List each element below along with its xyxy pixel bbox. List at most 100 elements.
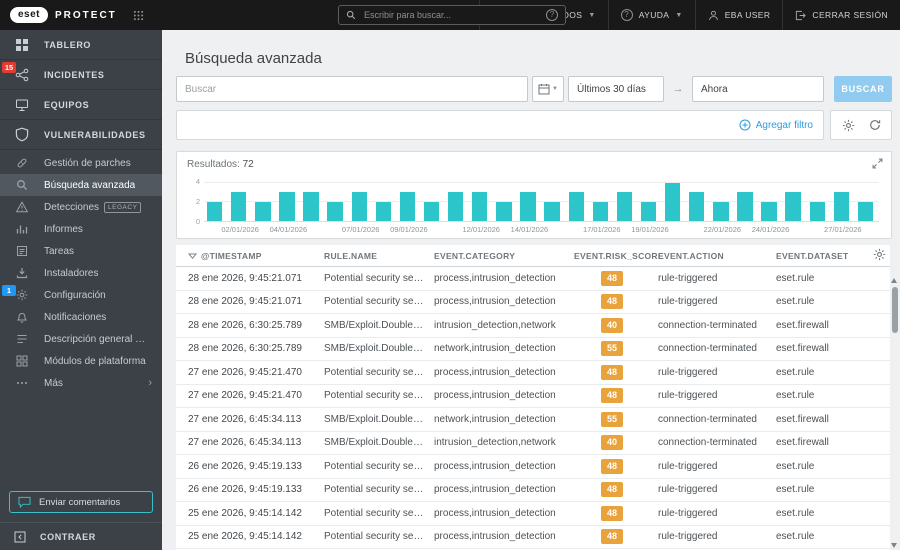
legacy-tag: LEGACY	[104, 201, 142, 213]
sidebar-item-incidentes[interactable]: INCIDENTES 15	[0, 60, 162, 90]
chart-bar[interactable]	[399, 192, 416, 221]
user-menu[interactable]: EBA USER	[694, 0, 783, 30]
main-content: Búsqueda avanzada ▼ Últimos 30 días → Ah…	[162, 30, 900, 550]
column-header-event_action[interactable]: EVENT.ACTION	[658, 251, 776, 261]
collapse-sidebar-button[interactable]: CONTRAER	[0, 522, 162, 550]
send-feedback-button[interactable]: Enviar comentarios	[9, 491, 153, 513]
help-menu[interactable]: ? AYUDA ▼	[607, 0, 695, 30]
column-header-label: EVENT.RISK_SCORE	[574, 250, 664, 261]
table-row[interactable]: 27 ene 2026, 6:45:34.113 SMB/Exploit.Doub…	[176, 408, 890, 432]
sidebar-item-tareas[interactable]: Tareas	[0, 240, 162, 262]
date-picker-button[interactable]: ▼	[532, 76, 564, 102]
logout-button[interactable]: CERRAR SESIÓN	[782, 0, 900, 30]
column-header-label: RULE.NAME	[324, 250, 378, 261]
table-row[interactable]: 25 ene 2026, 9:45:14.142 Potential securi…	[176, 502, 890, 526]
sidebar-item-descripcion-general-de-esta[interactable]: Descripción general de esta...	[0, 328, 162, 350]
column-header-event_category[interactable]: EVENT.CATEGORY	[434, 251, 574, 261]
column-header-timestamp[interactable]: @TIMESTAMP	[188, 251, 324, 261]
chart-bar[interactable]	[423, 201, 440, 221]
chart-bar[interactable]	[640, 201, 657, 221]
chart-bar[interactable]	[496, 201, 512, 221]
chart-bar[interactable]	[375, 201, 392, 221]
sidebar-item-notificaciones[interactable]: Notificaciones	[0, 306, 162, 328]
sidebar-item-label: INCIDENTES	[44, 69, 105, 80]
sidebar-item-configuracion[interactable]: Configuración 1	[0, 284, 162, 306]
count-badge: 15	[2, 62, 16, 73]
chart-bar[interactable]	[351, 192, 367, 221]
cell-event-dataset: eset.rule	[776, 484, 815, 496]
table-row[interactable]: 26 ene 2026, 9:45:19.133 Potential securi…	[176, 478, 890, 502]
chart-bar[interactable]	[664, 182, 681, 221]
chart-bar[interactable]	[833, 192, 850, 221]
chart-bar[interactable]	[279, 192, 295, 221]
chart-bar[interactable]	[206, 201, 223, 221]
sidebar-item-busqueda-avanzada[interactable]: Búsqueda avanzada	[0, 174, 162, 196]
refresh-icon[interactable]	[869, 119, 881, 131]
cell-timestamp: 25 ene 2026, 9:45:14.142	[188, 531, 302, 543]
sidebar-item-mas[interactable]: Más ›	[0, 372, 162, 394]
chart-bar[interactable]	[616, 192, 633, 221]
table-row[interactable]: 27 ene 2026, 9:45:21.470 Potential securi…	[176, 384, 890, 408]
column-header-event_dataset[interactable]: EVENT.DATASET	[776, 251, 864, 261]
chart-bar[interactable]	[568, 192, 584, 221]
chart-bar[interactable]	[785, 192, 801, 221]
chart-bar[interactable]	[857, 201, 874, 221]
table-row[interactable]: 25 ene 2026, 9:45:14.142 Potential securi…	[176, 525, 890, 549]
vertical-scrollbar[interactable]	[890, 278, 899, 548]
date-range-from[interactable]: Últimos 30 días	[568, 76, 664, 102]
results-count: 72	[242, 159, 254, 170]
sidebar-item-tablero[interactable]: TABLERO	[0, 30, 162, 60]
table-row[interactable]: 27 ene 2026, 9:45:21.470 Potential securi…	[176, 361, 890, 385]
table-row[interactable]: 26 ene 2026, 9:45:19.133 Potential securi…	[176, 455, 890, 479]
apps-grid-icon[interactable]	[133, 10, 144, 21]
chart-bar[interactable]	[713, 201, 729, 221]
cell-event-action: connection-terminated	[658, 413, 757, 425]
chart-bar[interactable]	[689, 192, 705, 221]
column-header-rule_name[interactable]: RULE.NAME	[324, 251, 434, 261]
global-search-input[interactable]	[362, 9, 540, 21]
chart-plot-area	[204, 178, 879, 222]
table-row[interactable]: 28 ene 2026, 9:45:21.071 Potential securi…	[176, 267, 890, 291]
cell-event-risk-score: 40	[574, 317, 658, 333]
sidebar-item-gestion-de-parches[interactable]: Gestión de parches	[0, 152, 162, 174]
chart-bar[interactable]	[255, 201, 271, 221]
scroll-down-arrow[interactable]	[891, 543, 897, 548]
chart-bar[interactable]	[327, 201, 343, 221]
chart-bar[interactable]	[472, 192, 488, 221]
chart-bar[interactable]	[520, 192, 536, 221]
chart-bar[interactable]	[231, 192, 247, 221]
eset-logo[interactable]: eset	[10, 7, 49, 23]
chart-bar[interactable]	[592, 201, 609, 221]
sidebar-item-informes[interactable]: Informes	[0, 218, 162, 240]
sidebar-item-vulnerabilidades[interactable]: VULNERABILIDADES	[0, 120, 162, 150]
filter-settings-gear-icon[interactable]	[842, 119, 855, 132]
chart-bar[interactable]	[447, 192, 464, 221]
table-row[interactable]: 28 ene 2026, 6:30:25.789 SMB/Exploit.Doub…	[176, 314, 890, 338]
sidebar-item-instaladores[interactable]: Instaladores	[0, 262, 162, 284]
shield-icon	[0, 127, 44, 142]
table-columns-settings-button[interactable]	[864, 248, 890, 263]
scrollbar-thumb[interactable]	[891, 287, 898, 333]
table-row[interactable]: 28 ene 2026, 6:30:25.789 SMB/Exploit.Doub…	[176, 337, 890, 361]
table-row[interactable]: 28 ene 2026, 9:45:21.071 Potential securi…	[176, 290, 890, 314]
sidebar-item-modulos-de-plataforma[interactable]: Módulos de plataforma	[0, 350, 162, 372]
page-title: Búsqueda avanzada	[185, 50, 322, 68]
sidebar-item-detecciones[interactable]: Detecciones LEGACY	[0, 196, 162, 218]
column-header-event_risk_score[interactable]: EVENT.RISK_SCORE	[574, 251, 664, 261]
chart-bar[interactable]	[809, 201, 825, 221]
table-row[interactable]: 27 ene 2026, 6:45:34.113 SMB/Exploit.Doub…	[176, 431, 890, 455]
cell-event-category: process,intrusion_detection	[434, 531, 556, 543]
add-filter-button[interactable]: Agregar filtro	[739, 119, 813, 131]
search-help-icon[interactable]: ?	[546, 9, 558, 21]
chart-bar[interactable]	[303, 192, 319, 221]
expand-chart-icon[interactable]	[872, 158, 883, 169]
cell-rule-name: Potential security service disco...	[324, 272, 434, 284]
sidebar-item-equipos[interactable]: EQUIPOS	[0, 90, 162, 120]
chart-bar[interactable]	[761, 201, 777, 221]
chart-bar[interactable]	[737, 192, 753, 221]
query-search-input[interactable]	[176, 76, 528, 102]
chart-bar[interactable]	[544, 201, 560, 221]
search-button[interactable]: BUSCAR	[834, 76, 892, 102]
scroll-up-arrow[interactable]	[891, 278, 897, 283]
date-range-to[interactable]: Ahora	[692, 76, 824, 102]
